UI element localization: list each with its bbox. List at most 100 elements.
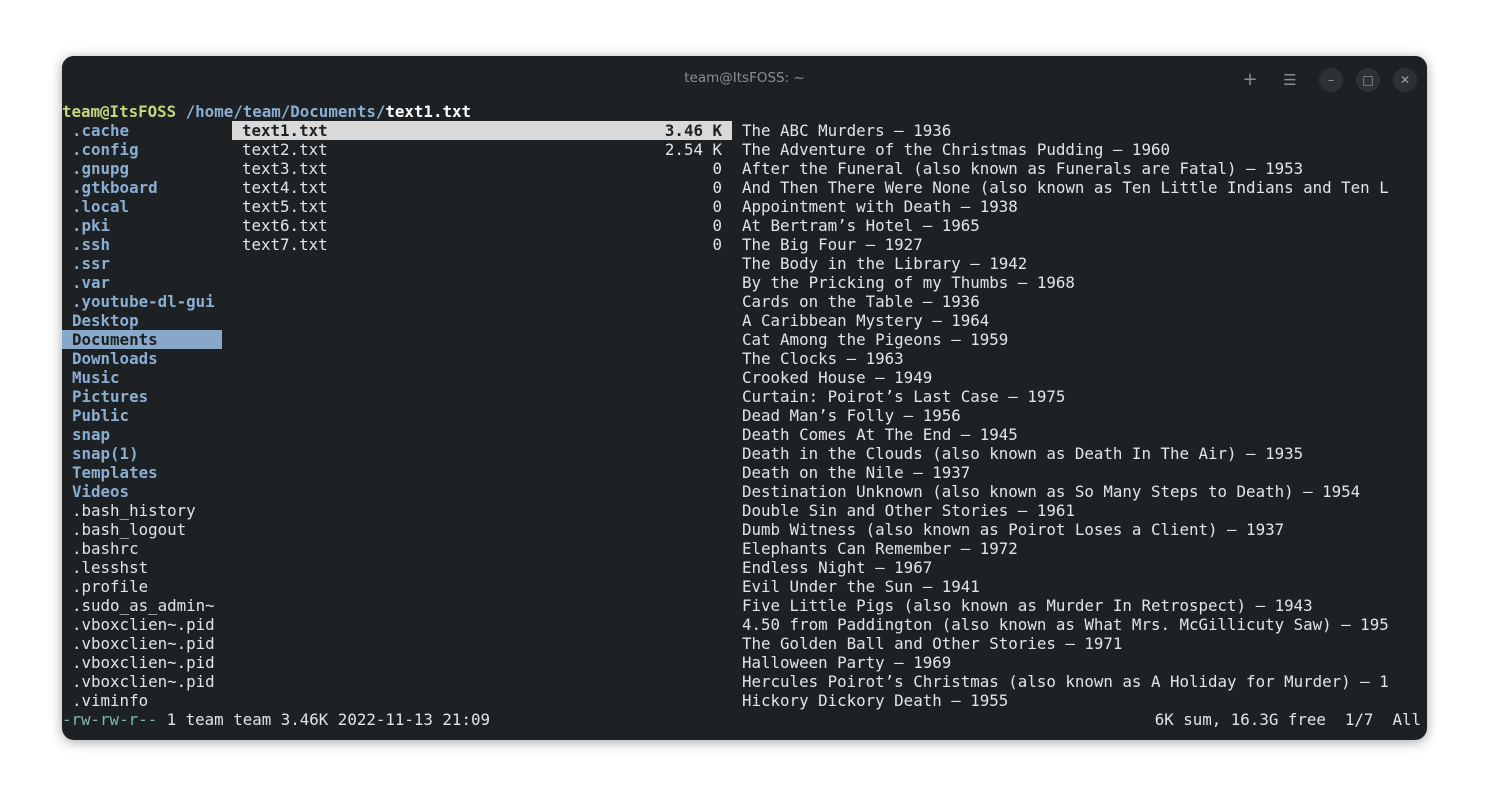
preview-line: Dumb Witness (also known as Poirot Loses… [742,520,1285,539]
parent-entry[interactable]: Desktop [62,311,222,330]
file-size: 0 [712,235,722,254]
file-name: text4.txt [242,178,328,197]
path-header: team@ItsFOSS /home/team/Documents/text1.… [62,102,471,121]
preview-line: Death in the Clouds (also known as Death… [742,444,1304,463]
file-size: 2.54 K [664,140,722,159]
preview-line: After the Funeral (also known as Funeral… [742,159,1304,178]
preview-line: The Adventure of the Christmas Pudding –… [742,140,1170,159]
preview-line: A Caribbean Mystery – 1964 [742,311,990,330]
file-name: text2.txt [242,140,328,159]
parent-entry[interactable]: .vboxclien~.pid [62,653,222,672]
parent-entry[interactable]: .gtkboard [62,178,222,197]
file-entry[interactable]: text1.txt 3.46 K [232,121,732,140]
file-entry[interactable]: text2.txt 2.54 K [232,140,732,159]
current-path: /home/team/Documents/ [185,102,386,121]
file-entry[interactable]: text4.txt 0 [232,178,732,197]
minimize-icon[interactable]: – [1319,68,1343,92]
parent-entry[interactable]: .vboxclien~.pid [62,672,222,691]
preview-line: The ABC Murders – 1936 [742,121,952,140]
parent-entry[interactable]: .local [62,197,222,216]
preview-line: Five Little Pigs (also known as Murder I… [742,596,1313,615]
parent-entry[interactable]: .gnupg [62,159,222,178]
parent-entry[interactable]: Templates [62,463,222,482]
parent-entry[interactable]: .var [62,273,222,292]
current-directory-column: text1.txt 3.46 K text2.txt 2.54 K text3.txt 0… [232,121,732,254]
terminal-content[interactable]: team@ItsFOSS /home/team/Documents/text1.… [62,102,1427,740]
parent-entry[interactable]: .bashrc [62,539,222,558]
parent-entry[interactable]: .cache [62,121,222,140]
file-entry[interactable]: text5.txt 0 [232,197,732,216]
parent-entry[interactable]: .ssr [62,254,222,273]
current-file: text1.txt [385,102,471,121]
plus-icon[interactable]: + [1238,68,1262,92]
parent-entry[interactable]: Pictures [62,387,222,406]
parent-directory-column: .cache .config .gnupg .gtkboard .local .pki .s… [62,121,222,710]
preview-line: Death on the Nile – 1937 [742,463,971,482]
parent-entry[interactable]: .ssh [62,235,222,254]
preview-line: The Body in the Library – 1942 [742,254,1028,273]
file-size: 0 [712,159,722,178]
preview-line: The Big Four – 1927 [742,235,923,254]
parent-entry[interactable]: Videos [62,482,222,501]
parent-entry[interactable]: snap [62,425,222,444]
parent-entry[interactable]: snap(1) [62,444,222,463]
file-name: text5.txt [242,197,328,216]
file-permissions: -rw-rw-r-- [62,710,158,729]
preview-line: Appointment with Death – 1938 [742,197,1018,216]
preview-line: Destination Unknown (also known as So Ma… [742,482,1361,501]
preview-line: Crooked House – 1949 [742,368,933,387]
file-preview-column: The ABC Murders – 1936 The Adventure of t… [742,121,1422,710]
file-entry[interactable]: text7.txt 0 [232,235,732,254]
parent-entry[interactable]: .bash_history [62,501,222,520]
file-details: 1 team team 3.46K 2022-11-13 21:09 [157,710,490,729]
parent-entry[interactable]: Documents [62,330,222,349]
parent-entry[interactable]: .config [62,140,222,159]
preview-line: Endless Night – 1967 [742,558,933,577]
preview-line: Halloween Party – 1969 [742,653,952,672]
file-size: 0 [712,178,722,197]
parent-entry[interactable]: .viminfo [62,691,222,710]
parent-entry[interactable]: .bash_logout [62,520,222,539]
preview-line: The Golden Ball and Other Stories – 1971 [742,634,1123,653]
file-name: text3.txt [242,159,328,178]
parent-entry[interactable]: .sudo_as_admin~ [62,596,222,615]
file-size: 0 [712,216,722,235]
preview-line: The Clocks – 1963 [742,349,904,368]
parent-entry[interactable]: Downloads [62,349,222,368]
file-entry[interactable]: text3.txt 0 [232,159,732,178]
preview-line: 4.50 from Paddington (also known as What… [742,615,1389,634]
file-name: text7.txt [242,235,328,254]
parent-entry[interactable]: .profile [62,577,222,596]
parent-entry[interactable]: .youtube-dl-gui [62,292,222,311]
parent-entry[interactable]: Music [62,368,222,387]
title-bar: team@ItsFOSS: ~ + ☰ – □ ✕ [62,56,1427,102]
preview-line: By the Pricking of my Thumbs – 1968 [742,273,1075,292]
file-size: 3.46 K [664,121,722,140]
file-entry[interactable]: text6.txt 0 [232,216,732,235]
preview-line: Curtain: Poirot’s Last Case – 1975 [742,387,1066,406]
preview-line: Cat Among the Pigeons – 1959 [742,330,1009,349]
maximize-icon[interactable]: □ [1356,68,1380,92]
preview-line: And Then There Were None (also known as … [742,178,1389,197]
preview-line: Dead Man’s Folly – 1956 [742,406,961,425]
preview-line: Death Comes At The End – 1945 [742,425,1018,444]
user-host: team@ItsFOSS [62,102,177,121]
parent-entry[interactable]: .pki [62,216,222,235]
parent-entry[interactable]: .vboxclien~.pid [62,634,222,653]
status-summary: 6K sum, 16.3G free 1/7 All [1154,710,1421,729]
file-name: text1.txt [242,121,328,140]
preview-line: Cards on the Table – 1936 [742,292,980,311]
preview-line: Elephants Can Remember – 1972 [742,539,1018,558]
window-title: team@ItsFOSS: ~ [684,70,805,86]
preview-line: Hercules Poirot’s Christmas (also known … [742,672,1389,691]
status-bar: -rw-rw-r-- 1 team team 3.46K 2022-11-13 … [62,710,1427,729]
parent-entry[interactable]: .vboxclien~.pid [62,615,222,634]
preview-line: Hickory Dickory Death – 1955 [742,691,1009,710]
terminal-window: team@ItsFOSS: ~ + ☰ – □ ✕ team@ItsFOSS /… [62,56,1427,740]
parent-entry[interactable]: .lesshst [62,558,222,577]
close-icon[interactable]: ✕ [1393,68,1417,92]
parent-entry[interactable]: Public [62,406,222,425]
hamburger-icon[interactable]: ☰ [1278,68,1302,92]
file-size: 0 [712,197,722,216]
file-name: text6.txt [242,216,328,235]
